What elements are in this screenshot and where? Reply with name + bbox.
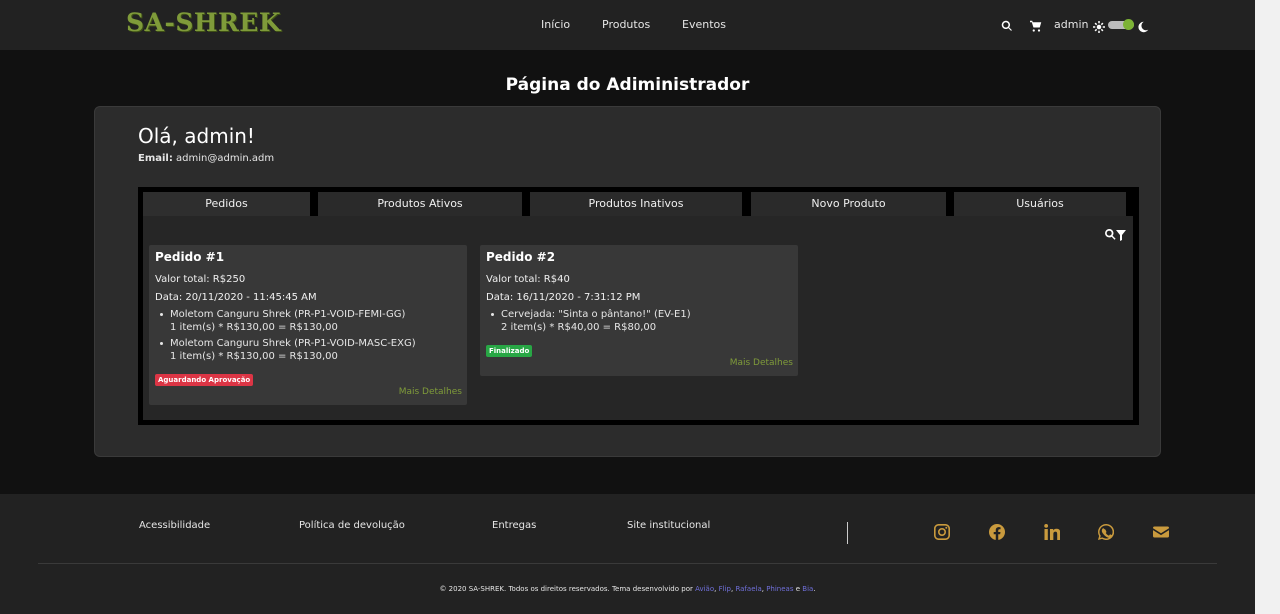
site-logo[interactable]: SA-SHREK [126,8,281,37]
nav-link-produtos[interactable]: Produtos [602,18,650,31]
author-link-rafaela[interactable]: Rafaela [735,585,761,593]
order-item-name: Moletom Canguru Shrek (PR-P1-VOID-FEMI-G… [170,309,406,320]
footer-divider [847,522,848,544]
tab-novo-produto[interactable]: Novo Produto [751,192,946,216]
order-item-calc: 2 item(s) * R$40,00 = R$80,00 [501,322,657,333]
facebook-icon[interactable] [989,524,1005,540]
author-separator: , [730,585,734,593]
author-separator: , [714,585,717,593]
footer-link-politica-devolucao[interactable]: Política de devolução [299,520,405,531]
order-total: Valor total: R$40 [486,274,570,285]
tab-produtos-inativos[interactable]: Produtos Inativos [530,192,742,216]
tab-pedidos[interactable]: Pedidos [143,192,310,216]
order-title: Pedido #2 [486,250,556,264]
user-menu[interactable]: admin [1054,18,1088,31]
greeting-heading: Olá, admin! [138,124,255,148]
search-filter-icon[interactable] [1105,226,1127,241]
nav-link-inicio[interactable]: Início [541,18,570,31]
search-icon[interactable] [1001,17,1015,31]
status-badge: Finalizado [486,345,533,357]
order-item-calc: 1 item(s) * R$130,00 = R$130,00 [170,322,338,333]
cart-icon[interactable] [1030,17,1044,32]
author-link-bia[interactable]: Bia [802,585,813,593]
moon-icon [1137,18,1151,33]
navbar: SA-SHREK Início Produtos Eventos admin [0,0,1255,50]
tab-usuarios[interactable]: Usuários [954,192,1126,216]
email-icon[interactable] [1153,524,1169,540]
more-details-link[interactable]: Mais Detalhes [730,358,793,368]
more-details-link[interactable]: Mais Detalhes [399,387,462,397]
page: SA-SHREK Início Produtos Eventos admin P… [0,0,1255,614]
email-label: Email: [138,153,173,164]
linkedin-icon[interactable] [1044,524,1061,540]
order-card-2: Pedido #2 Valor total: R$40 Data: 16/11/… [480,245,798,376]
footer-link-site-institucional[interactable]: Site institucional [627,520,710,531]
whatsapp-icon[interactable] [1098,523,1115,540]
scrollbar-gutter[interactable] [1255,0,1280,614]
email-value: admin@admin.adm [176,153,275,164]
author-link-phineas[interactable]: Phineas [766,585,793,593]
tab-produtos-ativos[interactable]: Produtos Ativos [318,192,522,216]
admin-tabs: Pedidos Produtos Ativos Produtos Inativo… [138,187,1139,425]
order-date: Data: 20/11/2020 - 11:45:45 AM [155,292,317,303]
author-separator: , [761,585,764,593]
copyright-prefix: © 2020 SA-SHREK. Todos os direitos reser… [439,585,693,593]
instagram-icon[interactable] [934,524,950,540]
order-item-name: Cervejada: "Sinta o pântano!" (EV-E1) [501,309,691,320]
order-item-calc: 1 item(s) * R$130,00 = R$130,00 [170,351,338,362]
order-item: Cervejada: "Sinta o pântano!" (EV-E1) 2 … [491,308,691,334]
theme-toggle[interactable] [1108,19,1134,30]
order-total: Valor total: R$250 [155,274,246,285]
order-date: Data: 16/11/2020 - 7:31:12 PM [486,292,641,303]
admin-email: Email: admin@admin.adm [138,153,274,164]
footer-link-acessibilidade[interactable]: Acessibilidade [139,520,210,531]
theme-toggle-knob [1123,19,1134,30]
author-link-aviao[interactable]: Avião [695,585,714,593]
copyright-end: . [813,585,816,593]
copyright-text: © 2020 SA-SHREK. Todos os direitos reser… [0,585,1255,593]
footer-link-entregas[interactable]: Entregas [492,520,536,531]
footer: Acessibilidade Política de devolução Ent… [0,494,1255,614]
nav-link-eventos[interactable]: Eventos [682,18,726,31]
orders-panel: Pedido #1 Valor total: R$250 Data: 20/11… [143,216,1133,420]
order-title: Pedido #1 [155,250,225,264]
order-item: Moletom Canguru Shrek (PR-P1-VOID-MASC-E… [160,337,416,363]
author-separator-and: e [795,585,801,593]
admin-card: Olá, admin! Email: admin@admin.adm Pedid… [94,106,1161,457]
footer-separator [38,563,1217,564]
page-title: Página do Adiministrador [505,75,750,95]
sun-icon [1093,18,1107,33]
order-card-1: Pedido #1 Valor total: R$250 Data: 20/11… [149,245,467,405]
order-item-name: Moletom Canguru Shrek (PR-P1-VOID-MASC-E… [170,338,416,349]
author-link-flip[interactable]: Flip [719,585,731,593]
order-item: Moletom Canguru Shrek (PR-P1-VOID-FEMI-G… [159,308,406,334]
status-badge: Aguardando Aprovação [155,374,254,386]
